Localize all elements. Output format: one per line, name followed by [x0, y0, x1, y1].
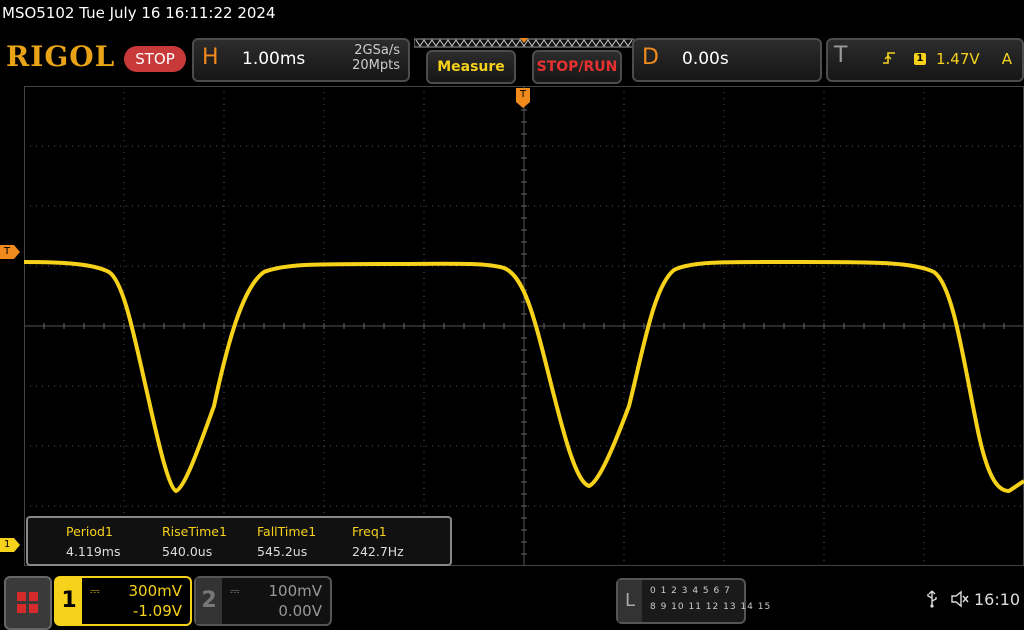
waveform-display[interactable]: [24, 86, 1024, 566]
measurement-label: Period1: [66, 524, 113, 539]
measurement-value: 545.2us: [257, 544, 308, 559]
channel2-scale: 100mV: [268, 582, 322, 600]
dc-coupling-icon: ⎓: [90, 584, 100, 598]
measurement-value: 540.0us: [162, 544, 213, 559]
brand-logo: RIGOL: [6, 40, 116, 73]
dc-coupling-icon: ⎓: [230, 584, 240, 598]
channel2-panel[interactable]: 2 ⎓ 100mV 0.00V: [194, 576, 332, 626]
acquisition-info: 2GSa/s 20Mpts: [352, 43, 400, 73]
horizontal-panel[interactable]: H 1.00ms 2GSa/s 20Mpts: [192, 38, 410, 82]
channel1-trace: [24, 259, 1024, 493]
measurement-label: Freq1: [352, 524, 387, 539]
channel1-scale: 300mV: [128, 582, 182, 600]
channel1-offset-marker[interactable]: 1: [0, 538, 20, 552]
measurement-value: 4.119ms: [66, 544, 121, 559]
usb-icon: [926, 590, 938, 612]
channel1-panel[interactable]: 1 ⎓ 300mV -1.09V: [54, 576, 192, 626]
memory-depth: 20Mpts: [352, 58, 400, 73]
logic-letter: L: [618, 580, 642, 622]
trigger-letter: T: [834, 43, 848, 68]
delay-letter: D: [642, 45, 659, 70]
channel2-offset: 0.00V: [278, 602, 322, 620]
stop-run-button[interactable]: STOP/RUN: [532, 50, 622, 84]
measure-button[interactable]: Measure: [426, 50, 516, 84]
trigger-mode: A: [1001, 50, 1012, 68]
logic-channels-row1: 0 1 2 3 4 5 6 7: [650, 586, 731, 596]
memory-position-strip: [414, 38, 634, 48]
time-scale: 1.00ms: [242, 49, 306, 69]
rising-edge-icon: [882, 51, 896, 69]
trigger-level-marker[interactable]: T: [0, 245, 20, 259]
menu-grid-icon: [17, 592, 39, 614]
measurement-item: RiseTime1 540.0us: [162, 524, 227, 559]
system-clock: 16:10: [974, 590, 1021, 609]
channel2-number: 2: [196, 578, 222, 624]
logic-analyzer-panel[interactable]: L 0 1 2 3 4 5 6 7 8 9 10 11 12 13 14 15: [616, 578, 770, 624]
channel1-offset: -1.09V: [132, 602, 182, 620]
measurement-item: Period1 4.119ms: [66, 524, 120, 559]
delay-panel[interactable]: D 0.00s: [632, 38, 822, 82]
speaker-muted-icon[interactable]: [950, 590, 970, 612]
delay-value: 0.00s: [682, 49, 729, 69]
trigger-source: 1: [914, 53, 926, 65]
sample-rate: 2GSa/s: [354, 43, 400, 58]
main-menu-button[interactable]: [4, 576, 52, 630]
logic-channels-row2: 8 9 10 11 12 13 14 15: [650, 602, 772, 612]
measurement-value: 242.7Hz: [352, 544, 404, 559]
measurement-item: FallTime1 545.2us: [257, 524, 316, 559]
run-state-badge[interactable]: STOP: [124, 46, 186, 72]
channel1-number: 1: [56, 578, 82, 624]
horizontal-letter: H: [202, 45, 219, 70]
title-line: MSO5102 Tue July 16 16:11:22 2024: [2, 4, 276, 22]
trigger-level: 1.47V: [936, 50, 980, 68]
measurement-item: Freq1 242.7Hz: [352, 524, 404, 559]
measurement-label: FallTime1: [257, 524, 317, 539]
measurement-panel[interactable]: Period1 4.119ms RiseTime1 540.0us FallTi…: [26, 516, 452, 566]
measurement-label: RiseTime1: [162, 524, 227, 539]
trigger-panel[interactable]: T 1 1.47V A: [826, 38, 1024, 82]
